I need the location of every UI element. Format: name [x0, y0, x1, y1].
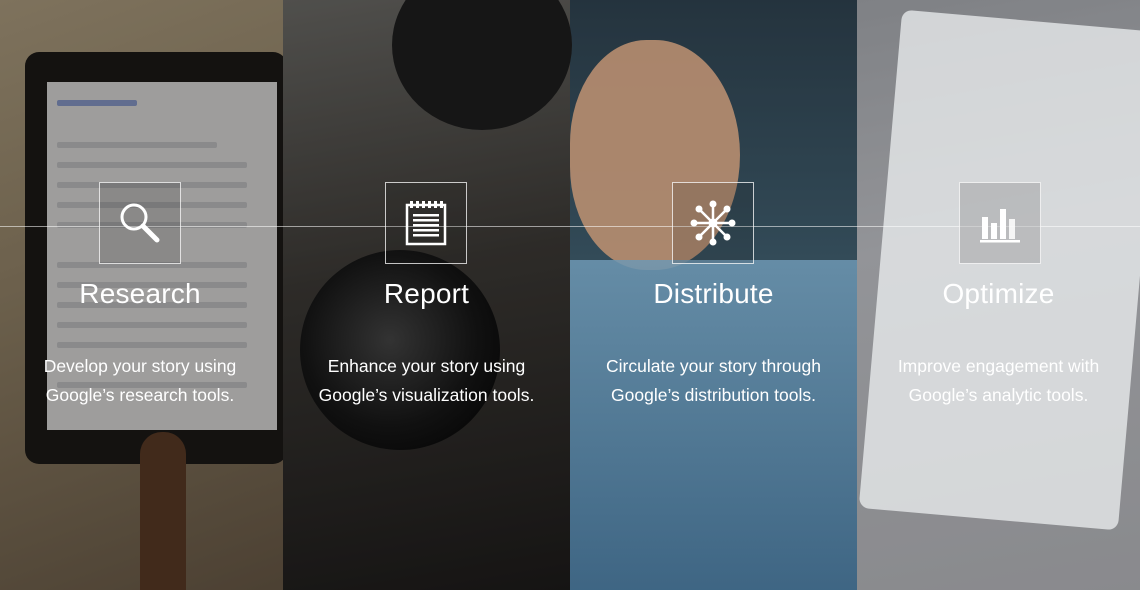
report-icon-box[interactable] — [385, 182, 467, 264]
report-column[interactable]: Report Enhance your story using Google’s… — [283, 0, 570, 590]
research-icon-box[interactable] — [99, 182, 181, 264]
report-title: Report — [383, 278, 470, 309]
distribute-column[interactable]: Distribute Circulate your story through … — [570, 0, 857, 590]
bar-chart-icon — [980, 209, 1020, 243]
notepad-icon — [405, 201, 447, 246]
optimize-title: Optimize — [942, 278, 1055, 309]
distribute-title: Distribute — [653, 278, 774, 309]
report-description: Enhance your story using Google’s visual… — [318, 356, 535, 405]
magnifier-icon — [120, 203, 160, 243]
optimize-icon-box[interactable] — [959, 182, 1041, 264]
research-title: Research — [79, 278, 201, 309]
optimize-description: Improve engagement with Google’s analyti… — [897, 356, 1100, 405]
distribute-icon-box[interactable] — [672, 182, 754, 264]
optimize-column[interactable]: Optimize Improve engagement with Google’… — [857, 0, 1140, 590]
research-column[interactable]: Research Develop your story using Google… — [0, 0, 280, 590]
network-icon — [690, 200, 736, 246]
research-description: Develop your story using Google’s resear… — [43, 356, 237, 405]
distribute-description: Circulate your story through Google’s di… — [606, 356, 821, 405]
